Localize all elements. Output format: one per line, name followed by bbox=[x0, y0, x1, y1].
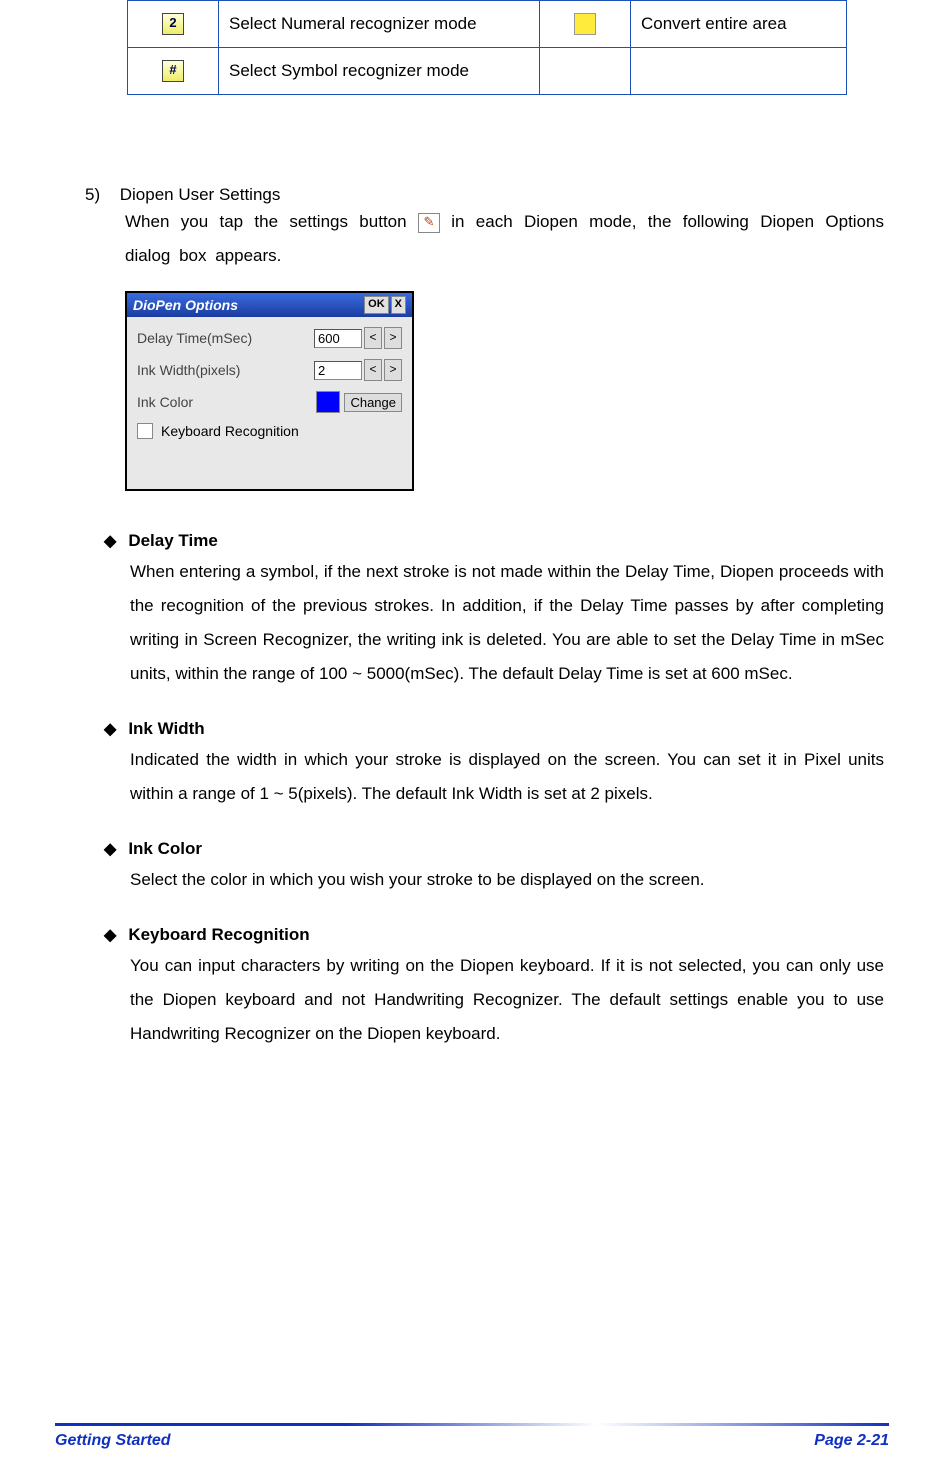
bullet-list: ◆ Delay Time When entering a symbol, if t… bbox=[100, 531, 884, 1051]
bullet-body: When entering a symbol, if the next stro… bbox=[130, 555, 884, 691]
delay-time-row: Delay Time(mSec) < > bbox=[137, 327, 402, 349]
ink-color-row: Ink Color Change bbox=[137, 391, 402, 413]
table-cell: Convert entire area bbox=[631, 1, 847, 48]
change-color-button[interactable]: Change bbox=[344, 393, 402, 412]
keyboard-recognition-label: Keyboard Recognition bbox=[161, 423, 299, 439]
diamond-icon: ◆ bbox=[104, 927, 116, 944]
bullet-heading: ◆ Keyboard Recognition bbox=[100, 925, 884, 945]
footer-right: Page 2-21 bbox=[814, 1432, 889, 1450]
delay-time-input[interactable] bbox=[314, 329, 362, 348]
ink-width-row: Ink Width(pixels) < > bbox=[137, 359, 402, 381]
bullet-heading: ◆ Ink Color bbox=[100, 839, 884, 859]
icon-cell bbox=[540, 48, 631, 95]
footer-row: Getting Started Page 2-21 bbox=[55, 1432, 889, 1450]
bullet-body: Indicated the width in which your stroke… bbox=[130, 743, 884, 811]
table-row: 2 Select Numeral recognizer mode Convert… bbox=[128, 1, 847, 48]
footer-left: Getting Started bbox=[55, 1432, 171, 1450]
bullet-heading: ◆ Ink Width bbox=[100, 719, 884, 739]
decrement-button[interactable]: < bbox=[364, 327, 382, 349]
table-cell: Select Symbol recognizer mode bbox=[219, 48, 540, 95]
diamond-icon: ◆ bbox=[104, 533, 116, 550]
section-number: 5) bbox=[85, 185, 115, 205]
delay-time-spinner: < > bbox=[362, 327, 402, 349]
icon-cell: 2 bbox=[128, 1, 219, 48]
bullet-heading: ◆ Delay Time bbox=[100, 531, 884, 551]
bullet-keyboard-recognition: ◆ Keyboard Recognition You can input char… bbox=[100, 925, 884, 1051]
ok-button[interactable]: OK bbox=[364, 296, 389, 314]
bullet-ink-width: ◆ Ink Width Indicated the width in which … bbox=[100, 719, 884, 811]
ink-width-label: Ink Width(pixels) bbox=[137, 362, 314, 378]
ink-color-swatch bbox=[316, 391, 340, 413]
table-row: # Select Symbol recognizer mode bbox=[128, 48, 847, 95]
mode-table: 2 Select Numeral recognizer mode Convert… bbox=[127, 0, 847, 95]
convert-area-icon bbox=[574, 13, 596, 35]
close-button[interactable]: X bbox=[391, 296, 406, 314]
ink-width-spinner: < > bbox=[362, 359, 402, 381]
ink-color-label: Ink Color bbox=[137, 394, 316, 410]
footer-divider bbox=[55, 1423, 889, 1426]
keyboard-recognition-checkbox[interactable] bbox=[137, 423, 153, 439]
bullet-body: You can input characters by writing on t… bbox=[130, 949, 884, 1051]
increment-button[interactable]: > bbox=[384, 327, 402, 349]
keyboard-recognition-row: Keyboard Recognition bbox=[137, 423, 402, 439]
diamond-icon: ◆ bbox=[104, 841, 116, 858]
section-header: 5) Diopen User Settings bbox=[85, 185, 884, 205]
number-mode-icon: 2 bbox=[162, 13, 184, 35]
diopen-options-dialog: DioPen Options OK X Delay Time(mSec) < >… bbox=[125, 291, 414, 491]
bullet-delay-time: ◆ Delay Time When entering a symbol, if t… bbox=[100, 531, 884, 691]
page-footer: Getting Started Page 2-21 bbox=[55, 1423, 889, 1450]
bullet-ink-color: ◆ Ink Color Select the color in which you… bbox=[100, 839, 884, 897]
delay-time-label: Delay Time(mSec) bbox=[137, 330, 314, 346]
dialog-body: Delay Time(mSec) < > Ink Width(pixels) <… bbox=[127, 317, 412, 489]
decrement-button[interactable]: < bbox=[364, 359, 382, 381]
settings-icon bbox=[418, 213, 440, 233]
bullet-title: Delay Time bbox=[128, 531, 217, 550]
dialog-title: DioPen Options bbox=[133, 297, 362, 313]
diamond-icon: ◆ bbox=[104, 721, 116, 738]
section-title: Diopen User Settings bbox=[120, 185, 281, 204]
icon-cell: # bbox=[128, 48, 219, 95]
table-cell: Select Numeral recognizer mode bbox=[219, 1, 540, 48]
increment-button[interactable]: > bbox=[384, 359, 402, 381]
bullet-title: Ink Color bbox=[128, 839, 202, 858]
text: When you tap the settings button bbox=[125, 212, 418, 231]
bullet-title: Keyboard Recognition bbox=[128, 925, 309, 944]
symbol-mode-icon: # bbox=[162, 60, 184, 82]
bullet-title: Ink Width bbox=[128, 719, 204, 738]
bullet-body: Select the color in which you wish your … bbox=[130, 863, 884, 897]
section-body: When you tap the settings button in each… bbox=[125, 205, 884, 273]
ink-width-input[interactable] bbox=[314, 361, 362, 380]
icon-cell bbox=[540, 1, 631, 48]
dialog-titlebar: DioPen Options OK X bbox=[127, 293, 412, 317]
table-cell bbox=[631, 48, 847, 95]
